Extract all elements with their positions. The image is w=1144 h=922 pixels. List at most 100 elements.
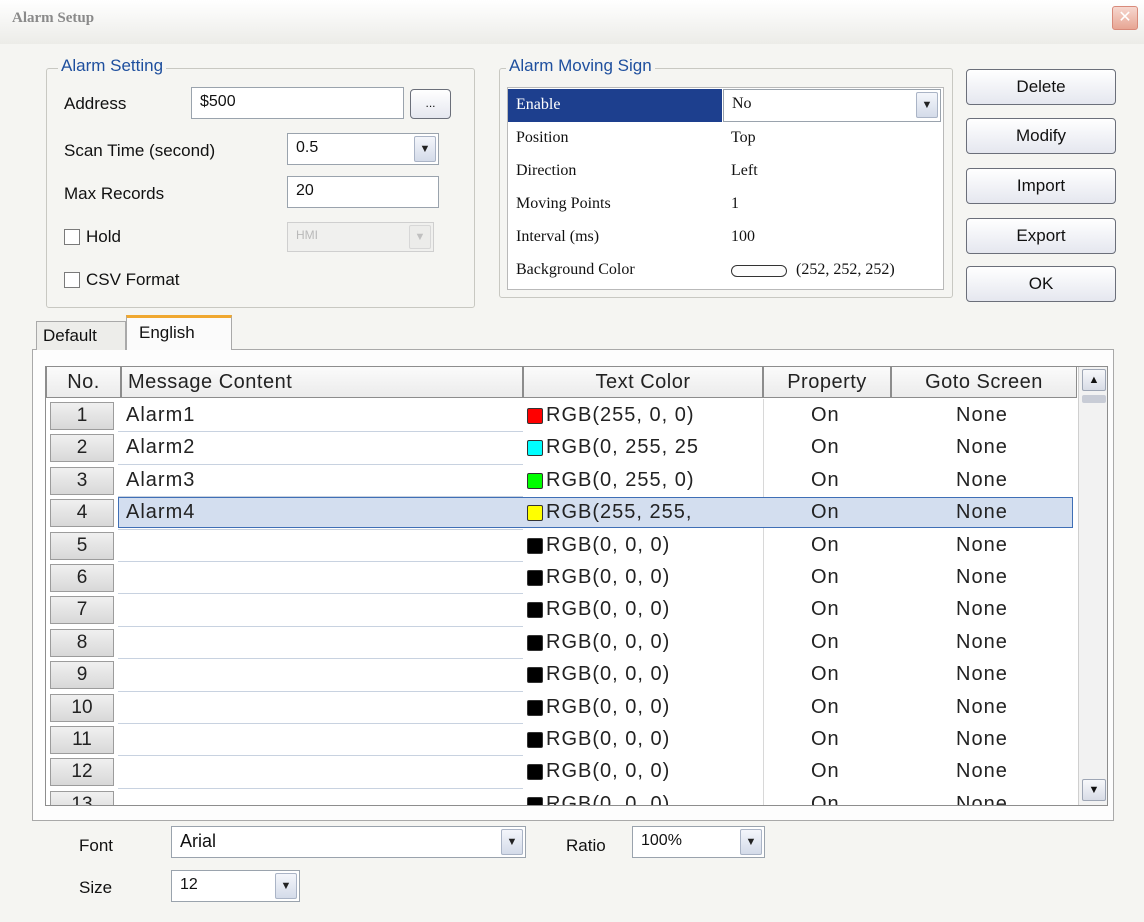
text-color-swatch[interactable] <box>527 472 543 489</box>
property-cell[interactable]: On <box>811 631 840 654</box>
chevron-down-icon[interactable]: ▼ <box>1082 779 1106 801</box>
goto-screen-cell[interactable]: None <box>956 728 1008 751</box>
row-number-cell[interactable]: 12 <box>50 758 114 787</box>
goto-screen-cell[interactable]: None <box>956 631 1008 654</box>
size-select[interactable]: 12 ▼ <box>171 870 300 902</box>
goto-screen-cell[interactable]: None <box>956 404 1008 427</box>
table-row[interactable]: 2 Alarm2 RGB(0, 255, 25 On None <box>46 432 1076 464</box>
row-number-cell[interactable]: 6 <box>50 564 114 592</box>
table-row[interactable]: 7 RGB(0, 0, 0) On None <box>46 594 1076 626</box>
property-row-position[interactable]: Position Top <box>508 122 943 155</box>
property-cell[interactable]: On <box>811 404 840 427</box>
table-row[interactable]: 10 RGB(0, 0, 0) On None <box>46 692 1076 724</box>
tab-english[interactable]: English <box>126 315 232 350</box>
goto-screen-cell[interactable]: None <box>956 696 1008 719</box>
text-color-swatch[interactable] <box>527 764 543 781</box>
property-cell[interactable]: On <box>811 534 840 557</box>
property-row-direction[interactable]: Direction Left <box>508 155 943 188</box>
table-row[interactable]: 13 RGB(0, 0, 0) On None <box>46 789 1076 805</box>
row-number-cell[interactable]: 8 <box>50 628 114 657</box>
ratio-select[interactable]: 100% ▼ <box>632 826 765 858</box>
text-color-cell[interactable]: RGB(255, 255, <box>546 501 692 524</box>
scrollbar-thumb[interactable] <box>1082 395 1106 403</box>
background-color-swatch[interactable] <box>731 265 787 277</box>
hold-checkbox[interactable] <box>64 229 80 245</box>
message-content-cell[interactable]: Alarm3 <box>126 469 195 492</box>
text-color-swatch[interactable] <box>527 634 543 651</box>
goto-screen-cell[interactable]: None <box>956 598 1008 621</box>
chevron-down-icon[interactable]: ▼ <box>501 829 523 855</box>
column-header-no[interactable]: No. <box>46 367 121 398</box>
row-number-cell[interactable]: 4 <box>50 499 114 528</box>
text-color-cell[interactable]: RGB(0, 0, 0) <box>546 566 670 589</box>
table-row[interactable]: 12 RGB(0, 0, 0) On None <box>46 756 1076 788</box>
chevron-down-icon[interactable]: ▼ <box>414 136 436 162</box>
row-number-cell[interactable]: 3 <box>50 466 114 495</box>
table-row[interactable]: 6 RGB(0, 0, 0) On None <box>46 562 1076 594</box>
text-color-cell[interactable]: RGB(0, 0, 0) <box>546 696 670 719</box>
table-row[interactable]: 5 RGB(0, 0, 0) On None <box>46 530 1076 562</box>
text-color-swatch[interactable] <box>527 667 543 684</box>
row-number-cell[interactable]: 2 <box>50 434 114 463</box>
address-browse-button[interactable]: ... <box>410 89 451 119</box>
export-button[interactable]: Export <box>966 218 1116 254</box>
text-color-cell[interactable]: RGB(0, 0, 0) <box>546 663 670 686</box>
property-row-moving-points[interactable]: Moving Points 1 <box>508 188 943 221</box>
goto-screen-cell[interactable]: None <box>956 566 1008 589</box>
text-color-cell[interactable]: RGB(0, 0, 0) <box>546 728 670 751</box>
import-button[interactable]: Import <box>966 168 1116 204</box>
address-field[interactable]: $500 <box>191 87 404 119</box>
chevron-up-icon[interactable]: ▲ <box>1082 369 1106 391</box>
message-content-cell[interactable]: Alarm2 <box>126 436 195 459</box>
message-content-cell[interactable]: Alarm1 <box>126 404 195 427</box>
property-cell[interactable]: On <box>811 728 840 751</box>
text-color-swatch[interactable] <box>527 796 543 805</box>
column-header-message[interactable]: Message Content <box>121 367 523 398</box>
chevron-down-icon[interactable]: ▼ <box>275 873 297 899</box>
row-number-cell[interactable]: 11 <box>50 726 114 754</box>
csv-format-checkbox[interactable] <box>64 272 80 288</box>
row-number-cell[interactable]: 7 <box>50 596 114 625</box>
property-cell[interactable]: On <box>811 760 840 783</box>
close-button[interactable]: ✕ <box>1112 6 1138 30</box>
delete-button[interactable]: Delete <box>966 69 1116 105</box>
tab-default[interactable]: Default <box>36 321 126 350</box>
property-cell[interactable]: On <box>811 566 840 589</box>
goto-screen-cell[interactable]: None <box>956 436 1008 459</box>
text-color-swatch[interactable] <box>527 505 543 522</box>
chevron-down-icon[interactable]: ▼ <box>740 829 762 855</box>
column-header-goto-screen[interactable]: Goto Screen <box>891 367 1077 398</box>
text-color-cell[interactable]: RGB(0, 0, 0) <box>546 793 670 805</box>
row-number-cell[interactable]: 1 <box>50 402 114 430</box>
text-color-swatch[interactable] <box>527 537 543 554</box>
property-row-enable[interactable]: Enable No ▼ <box>508 89 943 122</box>
table-row[interactable]: 4 Alarm4 RGB(255, 255, On None <box>46 497 1076 529</box>
row-number-cell[interactable]: 9 <box>50 661 114 690</box>
property-cell[interactable]: On <box>811 598 840 621</box>
table-row[interactable]: 8 RGB(0, 0, 0) On None <box>46 627 1076 659</box>
goto-screen-cell[interactable]: None <box>956 534 1008 557</box>
message-content-cell[interactable]: Alarm4 <box>126 501 195 524</box>
table-row[interactable]: 11 RGB(0, 0, 0) On None <box>46 724 1076 756</box>
goto-screen-cell[interactable]: None <box>956 469 1008 492</box>
property-cell[interactable]: On <box>811 501 840 524</box>
text-color-swatch[interactable] <box>527 408 543 424</box>
goto-screen-cell[interactable]: None <box>956 793 1008 805</box>
property-cell[interactable]: On <box>811 436 840 459</box>
text-color-cell[interactable]: RGB(0, 0, 0) <box>546 760 670 783</box>
goto-screen-cell[interactable]: None <box>956 760 1008 783</box>
column-header-property[interactable]: Property <box>763 367 891 398</box>
property-cell[interactable]: On <box>811 663 840 686</box>
goto-screen-cell[interactable]: None <box>956 501 1008 524</box>
goto-screen-cell[interactable]: None <box>956 663 1008 686</box>
property-row-background-color[interactable]: Background Color (252, 252, 252) <box>508 254 943 287</box>
max-records-field[interactable]: 20 <box>287 176 439 208</box>
text-color-swatch[interactable] <box>527 602 543 619</box>
text-color-cell[interactable]: RGB(0, 255, 25 <box>546 436 699 459</box>
text-color-cell[interactable]: RGB(0, 0, 0) <box>546 534 670 557</box>
text-color-swatch[interactable] <box>527 570 543 586</box>
row-number-cell[interactable]: 13 <box>50 790 114 805</box>
ok-button[interactable]: OK <box>966 266 1116 302</box>
property-cell[interactable]: On <box>811 469 840 492</box>
table-row[interactable]: 9 RGB(0, 0, 0) On None <box>46 659 1076 691</box>
